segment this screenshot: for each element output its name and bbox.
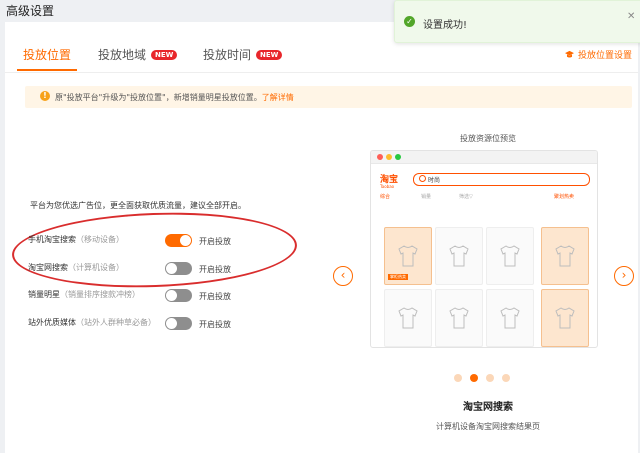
chevron-left-icon[interactable]: ‹	[333, 266, 353, 286]
carousel-dot[interactable]	[454, 374, 462, 382]
placement-toggle[interactable]	[165, 234, 192, 247]
placement-settings-label: 投放位置设置	[577, 51, 632, 61]
preview-caption-title: 淘宝网搜索	[463, 402, 513, 413]
toggle-label: 开启投放	[199, 265, 231, 274]
mock-search-box: 时尚	[413, 173, 590, 186]
search-icon	[419, 175, 426, 182]
ad-tag: 掌柜热卖	[388, 274, 408, 280]
tab-label: 投放地域	[98, 48, 147, 62]
placement-name: 淘宝网搜索	[28, 263, 68, 272]
placement-sub: （计算机设备）	[68, 263, 124, 272]
preview-title: 投放资源位预览	[460, 134, 516, 143]
mock-filter: 筛选▽	[459, 194, 473, 200]
mock-window-bar	[371, 151, 597, 164]
toggle-label: 开启投放	[199, 237, 231, 246]
tab-label: 投放位置	[23, 48, 72, 62]
notice-message: 原"投放平台"升级为"投放位置"，新增销量明星投放位置。	[55, 93, 262, 102]
placement-toggle[interactable]	[165, 262, 192, 275]
toggle-label: 开启投放	[199, 292, 231, 301]
placement-toggle[interactable]	[165, 289, 192, 302]
toggle-knob	[166, 263, 177, 274]
mock-product-card: 掌柜热卖	[384, 227, 432, 285]
learn-more-link[interactable]: 了解详情	[262, 93, 294, 102]
mock-filter: 销量	[421, 194, 432, 200]
taobao-logo-sub: Taobao	[380, 184, 395, 189]
new-badge: NEW	[256, 50, 283, 60]
carousel-dot[interactable]	[486, 374, 494, 382]
tab-label: 投放时间	[203, 48, 252, 62]
placement-name: 手机淘宝搜索	[28, 235, 76, 244]
window-dot-green	[395, 154, 401, 160]
carousel-dot[interactable]	[502, 374, 510, 382]
intro-text: 平台为您优选广告位，更全面获取优质流量，建议全部开启。	[30, 201, 246, 210]
mock-product-card	[384, 289, 432, 347]
check-circle-icon: ✓	[404, 16, 415, 27]
tab-region[interactable]: 投放地域 NEW	[98, 46, 178, 63]
mock-product-card	[435, 289, 483, 347]
mock-product-card	[486, 227, 534, 285]
success-toast: ✓ 设置成功! ✕	[394, 0, 640, 43]
tab-placement[interactable]: 投放位置	[23, 46, 71, 63]
placement-sub: （站外人群种草必备）	[76, 318, 156, 327]
graduation-cap-icon	[564, 50, 574, 58]
info-icon: !	[40, 91, 50, 101]
mock-product-card	[541, 289, 589, 347]
placement-sub: （销量排序搜款冲榜）	[60, 290, 140, 299]
new-badge: NEW	[151, 50, 178, 60]
mock-product-card	[541, 227, 589, 285]
preview-mockup: 淘宝 Taobao 时尚 综合 销量 筛选▽ 聚划热卖 掌柜热卖	[370, 150, 598, 348]
close-icon[interactable]: ✕	[627, 11, 635, 22]
active-tab-indicator	[17, 69, 77, 71]
notice-text: 原"投放平台"升级为"投放位置"，新增销量明星投放位置。了解详情	[55, 92, 294, 103]
page-title: 高级设置	[6, 4, 55, 18]
placement-row-taobao-web: 淘宝网搜索（计算机设备） 开启投放	[28, 262, 231, 278]
placement-name: 站外优质媒体	[28, 318, 76, 327]
mock-product-card	[435, 227, 483, 285]
mock-search-keyword: 时尚	[428, 177, 441, 184]
preview-caption-desc: 计算机设备淘宝网搜索结果页	[436, 422, 540, 431]
window-dot-yellow	[386, 154, 392, 160]
placement-row-sales-star: 销量明星（销量排序搜款冲榜） 开启投放	[28, 289, 231, 305]
carousel-dot[interactable]	[470, 374, 478, 382]
toggle-label: 开启投放	[199, 320, 231, 329]
toggle-knob	[166, 290, 177, 301]
placement-row-external-media: 站外优质媒体（站外人群种草必备） 开启投放	[28, 317, 231, 333]
chevron-right-icon[interactable]: ›	[614, 266, 634, 286]
toggle-knob	[180, 235, 191, 246]
settings-card: 投放位置 投放地域 NEW 投放时间 NEW 投放位置设置 ! 原"投放平台"升级为…	[5, 22, 638, 453]
toggle-knob	[166, 318, 177, 329]
mock-filter: 综合	[380, 194, 391, 200]
placement-toggle[interactable]	[165, 317, 192, 330]
placement-name: 销量明星	[28, 290, 60, 299]
toast-message: 设置成功!	[423, 20, 468, 31]
placement-row-mobile-taobao: 手机淘宝搜索（移动设备） 开启投放	[28, 234, 231, 250]
placement-sub: （移动设备）	[76, 235, 124, 244]
notice-banner: ! 原"投放平台"升级为"投放位置"，新增销量明星投放位置。了解详情	[25, 86, 632, 108]
mock-filter: 聚划热卖	[554, 194, 575, 200]
mock-product-card	[486, 289, 534, 347]
highlight-annotation-ellipse	[10, 208, 299, 292]
window-dot-red	[377, 154, 383, 160]
placement-settings-link[interactable]: 投放位置设置	[564, 48, 632, 61]
tab-time[interactable]: 投放时间 NEW	[203, 46, 283, 63]
